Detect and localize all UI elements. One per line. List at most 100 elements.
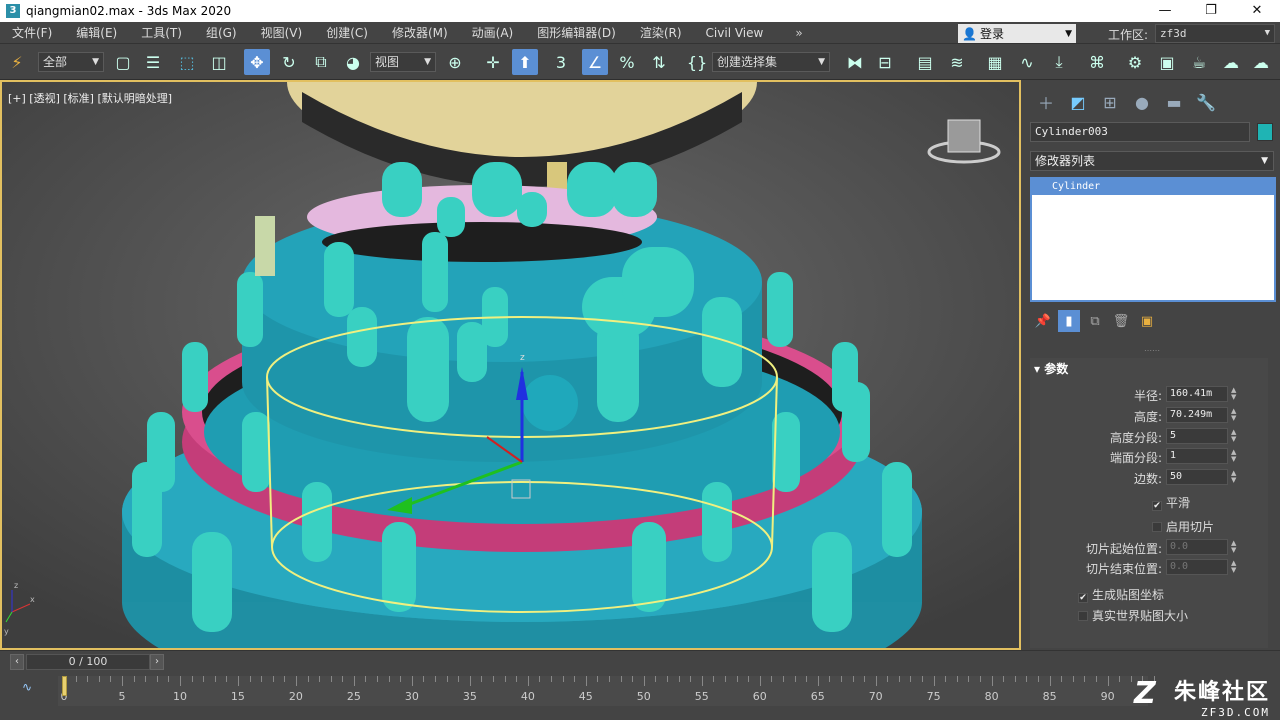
minimize-button[interactable]: — xyxy=(1142,0,1188,22)
gen-map-label: 生成贴图坐标 xyxy=(1092,588,1165,602)
show-end-result-icon[interactable]: ▮ xyxy=(1058,310,1080,332)
perspective-viewport[interactable]: [+] [透视] [标准] [默认明暗处理] z z x y xyxy=(0,80,1021,650)
select-object-icon[interactable]: ▢ xyxy=(110,49,136,75)
display-tab-icon[interactable]: ▬ xyxy=(1158,90,1190,114)
ribbon-icon[interactable]: ▦ xyxy=(982,49,1008,75)
selection-filter-select[interactable]: 全部 ▼ xyxy=(38,52,104,72)
percent-snap-icon[interactable]: % xyxy=(614,49,640,75)
menu-civil-view[interactable]: Civil View xyxy=(694,26,776,40)
schematic-view-icon[interactable]: ⤓ xyxy=(1046,49,1072,75)
spinner-arrows-icon[interactable]: ▲ ▼ xyxy=(1231,387,1236,401)
spinner-arrows-icon[interactable]: ▲ ▼ xyxy=(1231,470,1236,484)
smooth-label: 平滑 xyxy=(1166,496,1191,510)
select-manipulate-icon[interactable]: ✛ xyxy=(480,49,506,75)
next-frame-icon[interactable]: › xyxy=(150,654,164,670)
time-cursor[interactable] xyxy=(62,676,67,696)
snaps-toggle-icon[interactable]: 3 xyxy=(548,49,574,75)
spinner-snap-icon[interactable]: ⇅ xyxy=(646,49,672,75)
spinner-arrows-icon[interactable]: ▲ ▼ xyxy=(1231,449,1236,463)
make-unique-icon[interactable]: ⧉ xyxy=(1084,310,1106,332)
pivot-center-icon[interactable]: ⊕ xyxy=(442,49,468,75)
hierarchy-tab-icon[interactable]: ⊞ xyxy=(1094,90,1126,114)
stack-item-cylinder[interactable]: Cylinder xyxy=(1032,179,1274,195)
rendered-frame-icon[interactable]: ▣ xyxy=(1154,49,1180,75)
curve-editor-icon[interactable]: ∿ xyxy=(1014,49,1040,75)
mini-curve-editor-icon[interactable]: ∿ xyxy=(22,680,32,694)
maximize-button[interactable]: ❐ xyxy=(1188,0,1234,22)
radius-spinner[interactable]: 160.41m xyxy=(1166,386,1228,402)
prev-frame-icon[interactable]: ‹ xyxy=(10,654,24,670)
timeline-tick-label: 50 xyxy=(636,690,651,703)
spinner-arrows-icon[interactable]: ▲ ▼ xyxy=(1231,540,1236,554)
spinner-arrows-icon[interactable]: ▲ ▼ xyxy=(1231,429,1236,443)
time-slider[interactable]: 0 / 100 xyxy=(26,654,150,670)
menu-animation[interactable]: 动画(A) xyxy=(460,24,526,41)
pin-stack-icon[interactable]: 📌 xyxy=(1032,310,1054,332)
modify-tab-icon[interactable]: ◩ xyxy=(1062,90,1094,114)
render-online-icon[interactable]: ☁ xyxy=(1248,49,1274,75)
workspace-select[interactable]: zf3d ▼ xyxy=(1155,24,1275,43)
align-icon[interactable]: ⊟ xyxy=(872,49,898,75)
menu-modifiers[interactable]: 修改器(M) xyxy=(380,24,460,41)
select-move-icon[interactable]: ✥ xyxy=(244,49,270,75)
slice-to-spinner[interactable]: 0.0 xyxy=(1166,559,1228,575)
menu-overflow-icon[interactable]: » xyxy=(783,26,814,40)
select-place-icon[interactable]: ◕ xyxy=(340,49,366,75)
select-scale-icon[interactable]: ⧉ xyxy=(308,49,334,75)
layer-explorer-icon[interactable]: ≋ xyxy=(944,49,970,75)
rect-selection-icon[interactable]: ⬚ xyxy=(174,49,200,75)
keyboard-shortcut-icon[interactable]: ⬆ xyxy=(512,49,538,75)
named-selection-set-select[interactable]: 创建选择集 ▼ xyxy=(712,52,830,72)
menu-create[interactable]: 创建(C) xyxy=(314,24,380,41)
spinner-arrows-icon[interactable]: ▲ ▼ xyxy=(1231,408,1236,422)
menu-view[interactable]: 视图(V) xyxy=(249,24,315,41)
rollout-title[interactable]: ▾ 参数 xyxy=(1034,360,1068,377)
rollout-grip-icon[interactable]: ⋯⋯ xyxy=(1144,346,1160,355)
real-world-map-checkbox[interactable]: 真实世界贴图大小 xyxy=(1078,607,1188,624)
select-rotate-icon[interactable]: ↻ xyxy=(276,49,302,75)
menu-tools[interactable]: 工具(T) xyxy=(129,24,194,41)
sides-spinner[interactable]: 50 xyxy=(1166,469,1228,485)
menu-group[interactable]: 组(G) xyxy=(194,24,249,41)
link-icon[interactable]: ⚡ xyxy=(4,49,30,75)
object-name-field[interactable]: Cylinder003 xyxy=(1030,122,1250,142)
mirror-icon[interactable]: ⧓ xyxy=(842,49,868,75)
ref-coord-select[interactable]: 视图 ▼ xyxy=(370,52,436,72)
angle-snap-icon[interactable]: ∠ xyxy=(582,49,608,75)
timeline-track[interactable]: 0 5 10 15 20 25 30 35 40 45 50 55 60 65 70 75 80 85 90 xyxy=(58,676,1155,706)
viewport-label[interactable]: [+] [透视] [标准] [默认明暗处理] xyxy=(8,90,172,106)
smooth-checkbox[interactable]: ✔ 平滑 xyxy=(1152,494,1190,511)
render-iterative-icon[interactable]: ☁ xyxy=(1218,49,1244,75)
menu-rendering[interactable]: 渲染(R) xyxy=(628,24,694,41)
timeline-tick xyxy=(875,676,877,686)
remove-modifier-icon[interactable]: 🗑 xyxy=(1110,310,1132,332)
menu-edit[interactable]: 编辑(E) xyxy=(64,24,129,41)
height-spinner[interactable]: 70.249m xyxy=(1166,407,1228,423)
scene-explorer-icon[interactable]: ▤ xyxy=(912,49,938,75)
utilities-tab-icon[interactable]: 🔧 xyxy=(1190,90,1222,114)
height-segments-spinner[interactable]: 5 xyxy=(1166,428,1228,444)
modifier-stack[interactable]: Cylinder xyxy=(1030,177,1276,302)
spinner-arrows-icon[interactable]: ▲ ▼ xyxy=(1231,560,1236,574)
close-button[interactable]: ✕ xyxy=(1234,0,1280,22)
window-crossing-icon[interactable]: ◫ xyxy=(206,49,232,75)
render-production-icon[interactable]: ☕ xyxy=(1186,49,1212,75)
create-tab-icon[interactable]: ＋ xyxy=(1030,90,1062,114)
menu-graph-editors[interactable]: 图形编辑器(D) xyxy=(525,24,628,41)
track-bar[interactable]: ∿ 0 5 10 15 20 25 30 35 40 45 50 55 60 65 70 75 80 85 90 xyxy=(0,672,1280,720)
slice-from-spinner[interactable]: 0.0 xyxy=(1166,539,1228,555)
object-color-swatch[interactable] xyxy=(1257,123,1273,141)
timeline-tick xyxy=(898,676,900,682)
modifier-list-select[interactable]: 修改器列表 ▼ xyxy=(1030,151,1274,171)
material-editor-icon[interactable]: ⌘ xyxy=(1084,49,1110,75)
menu-file[interactable]: 文件(F) xyxy=(0,24,64,41)
motion-tab-icon[interactable]: ● xyxy=(1126,90,1158,114)
slice-on-checkbox[interactable]: 启用切片 xyxy=(1152,518,1214,535)
edit-named-selection-icon[interactable]: {} xyxy=(684,49,710,75)
login-dropdown[interactable]: 👤 登录 ▼ xyxy=(958,24,1076,43)
select-by-name-icon[interactable]: ☰ xyxy=(140,49,166,75)
configure-sets-icon[interactable]: ▣ xyxy=(1136,310,1158,332)
gen-map-coords-checkbox[interactable]: ✔ 生成贴图坐标 xyxy=(1078,586,1164,603)
cap-segments-spinner[interactable]: 1 xyxy=(1166,448,1228,464)
render-setup-icon[interactable]: ⚙ xyxy=(1122,49,1148,75)
